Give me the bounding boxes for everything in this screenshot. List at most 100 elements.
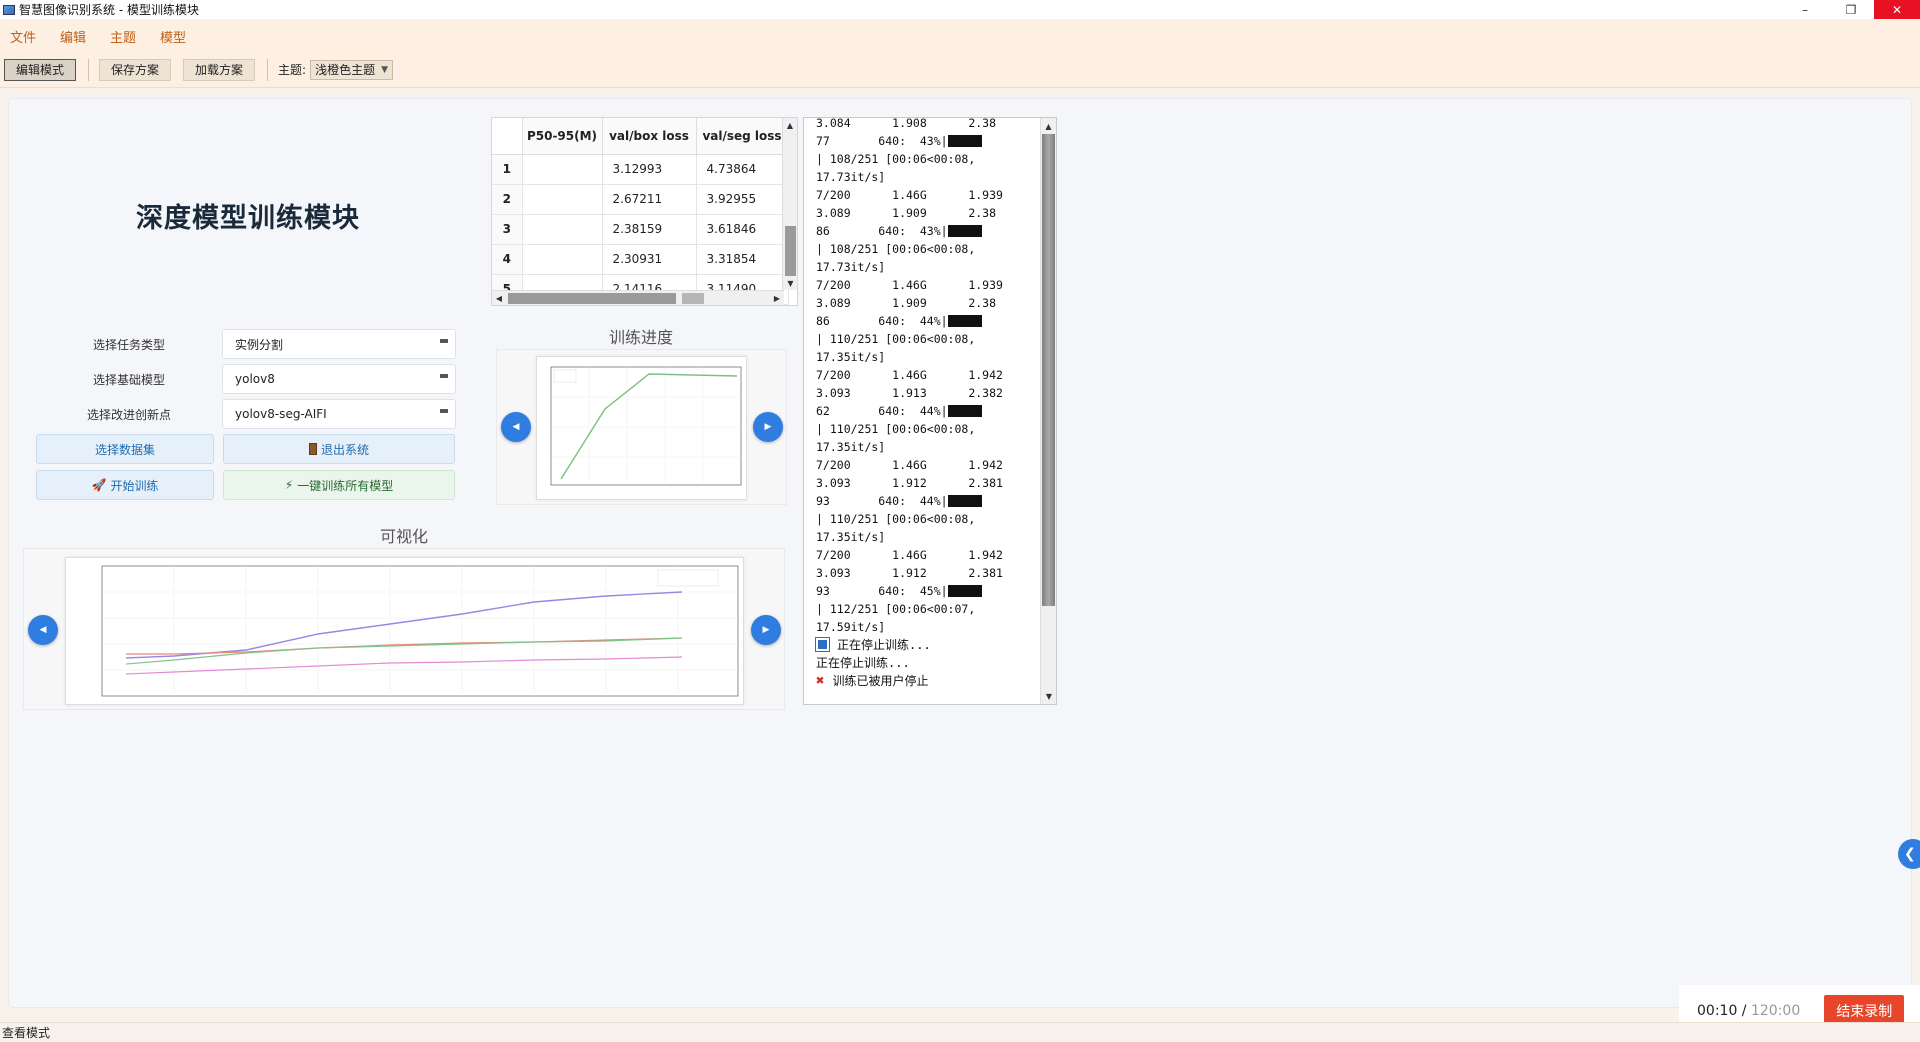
column-header-p50-95[interactable]: P50-95(M)	[522, 118, 603, 155]
task-type-value: 实例分割	[235, 337, 284, 352]
log-status-line: ✖ 训练已被用户停止	[816, 672, 1031, 690]
log-line: 93 640: 45%|	[816, 582, 1031, 600]
training-log-panel[interactable]: 3.084 1.908 2.38 77 640: 43%| | 108/251 [0…	[803, 117, 1057, 705]
log-line: 17.73it/s]	[816, 258, 1031, 276]
task-type-row: 选择任务类型 实例分割	[36, 329, 456, 359]
toolbar-divider	[88, 58, 90, 81]
table-vertical-scrollbar[interactable]: ▲ ▼	[782, 118, 797, 290]
menu-file[interactable]: 文件	[10, 27, 36, 46]
status-mode: 查看模式	[2, 1026, 51, 1040]
exit-system-label: 退出系统	[320, 442, 369, 457]
log-line-text: 3.093 1.912 2.381	[816, 476, 1003, 490]
log-line: 86 640: 43%|	[816, 222, 1031, 240]
table-cell: 2.67211	[602, 184, 697, 215]
log-status-text: 正在停止训练...	[816, 656, 910, 670]
log-line: 93 640: 44%|	[816, 492, 1031, 510]
scroll-right-icon[interactable]: ▶	[770, 291, 784, 305]
save-plan-button[interactable]: 保存方案	[99, 58, 172, 81]
train-all-label: 一键训练所有模型	[297, 478, 394, 493]
door-icon	[308, 443, 317, 455]
table-row[interactable]: 1 3.12993 4.73864	[492, 154, 789, 185]
progress-prev-button[interactable]: ◀	[501, 412, 531, 442]
log-line-text: 17.59it/s]	[816, 620, 886, 634]
start-training-label: 开始训练	[110, 478, 159, 493]
select-dataset-button[interactable]: 选择数据集	[36, 434, 214, 464]
log-line: 7/200 1.46G 1.939	[816, 276, 1031, 294]
edit-mode-button[interactable]: 编辑模式	[4, 58, 77, 81]
visualization-chart[interactable]	[65, 557, 744, 705]
log-line: 7/200 1.46G 1.942	[816, 546, 1031, 564]
recording-elapsed: 00:10	[1697, 1003, 1738, 1019]
close-button[interactable]: ✕	[1874, 0, 1920, 19]
table-horizontal-scrollbar[interactable]: ◀ ▶	[492, 290, 784, 305]
log-line: | 108/251 [00:06<00:08,	[816, 240, 1031, 258]
log-line-text: | 110/251 [00:06<00:08,	[816, 332, 976, 346]
scroll-down-icon[interactable]: ▼	[1041, 688, 1056, 704]
training-progress-chart[interactable]	[536, 356, 747, 500]
progress-bar-block	[947, 135, 982, 147]
scroll-left-icon[interactable]: ◀	[492, 291, 506, 305]
table-row[interactable]: 4 2.30931 3.31854	[492, 244, 789, 275]
base-model-select[interactable]: yolov8	[222, 364, 456, 394]
table-row[interactable]: 2 2.67211 3.92955	[492, 184, 789, 215]
column-header-val-box-loss[interactable]: val/box loss	[602, 118, 697, 155]
scroll-thumb[interactable]	[1042, 134, 1055, 606]
chart-legend	[657, 569, 719, 587]
scroll-thumb[interactable]	[785, 226, 796, 276]
task-type-select[interactable]: 实例分割	[222, 329, 456, 359]
row-number: 1	[492, 154, 523, 185]
column-header-val-seg-loss[interactable]: val/seg loss	[696, 118, 789, 155]
progress-next-button[interactable]: ▶	[753, 412, 783, 442]
minimize-button[interactable]: –	[1782, 0, 1828, 19]
log-line-text: 7/200 1.46G 1.939	[816, 278, 1003, 292]
scroll-thumb[interactable]	[508, 293, 676, 304]
log-vertical-scrollbar[interactable]: ▲ ▼	[1040, 118, 1056, 704]
menu-edit[interactable]: 编辑	[60, 27, 86, 46]
window-title: 智慧图像识别系统 - 模型训练模块	[19, 3, 199, 17]
improvement-select[interactable]: yolov8-seg-AIFI	[222, 399, 456, 429]
log-line: 3.093 1.913 2.382	[816, 384, 1031, 402]
theme-label: 主题:	[278, 63, 307, 77]
log-line-text: 86 640: 43%|	[816, 224, 948, 238]
menu-theme[interactable]: 主题	[110, 27, 136, 46]
scroll-up-icon[interactable]: ▲	[783, 118, 797, 132]
train-all-button[interactable]: ⚡ 一键训练所有模型	[223, 470, 455, 500]
log-line-text: 17.35it/s]	[816, 530, 886, 544]
log-line: 7/200 1.46G 1.939	[816, 186, 1031, 204]
lightning-icon: ⚡	[284, 478, 294, 492]
metrics-table[interactable]: P50-95(M) val/box loss val/seg loss 1 3.…	[491, 117, 798, 306]
table-cell	[522, 244, 603, 275]
exit-system-button[interactable]: 退出系统	[223, 434, 455, 464]
table-cell: 3.92955	[696, 184, 789, 215]
improvement-label: 选择改进创新点	[86, 407, 171, 422]
stop-icon	[815, 637, 830, 652]
load-plan-button[interactable]: 加载方案	[183, 58, 256, 81]
sidebar-collapse-button[interactable]: ❮	[1898, 839, 1920, 869]
scroll-up-icon[interactable]: ▲	[1041, 118, 1056, 134]
theme-select-value: 浅橙色主题	[315, 63, 376, 77]
visualization-prev-button[interactable]: ◀	[28, 615, 58, 645]
log-line-text: 62 640: 44%|	[816, 404, 948, 418]
scroll-thumb-secondary[interactable]	[682, 293, 704, 304]
training-progress-title: 训练进度	[609, 328, 674, 347]
scroll-down-icon[interactable]: ▼	[783, 276, 797, 290]
log-line-text: 3.084 1.908 2.38	[816, 117, 997, 130]
log-line-text: 17.73it/s]	[816, 170, 886, 184]
log-line-text: 93 640: 45%|	[816, 584, 948, 598]
toolbar: 编辑模式 保存方案 加载方案 主题: 浅橙色主题 ▼	[0, 52, 1920, 88]
log-line: 3.093 1.912 2.381	[816, 564, 1031, 582]
menu-model[interactable]: 模型	[160, 27, 186, 46]
log-line-text: | 108/251 [00:06<00:08,	[816, 242, 976, 256]
toolbar-divider	[267, 58, 269, 81]
theme-select[interactable]: 浅橙色主题 ▼	[310, 59, 394, 80]
log-line: 3.089 1.909 2.38	[816, 294, 1031, 312]
chevron-down-icon: ▼	[381, 64, 389, 75]
log-line-text: | 108/251 [00:06<00:08,	[816, 152, 976, 166]
log-line: 62 640: 44%|	[816, 402, 1031, 420]
restore-button[interactable]: ❐	[1828, 0, 1874, 19]
start-training-button[interactable]: 🚀 开始训练	[36, 470, 214, 500]
table-row[interactable]: 3 2.38159 3.61846	[492, 214, 789, 245]
visualization-next-button[interactable]: ▶	[751, 615, 781, 645]
cross-icon: ✖	[816, 673, 825, 689]
log-line: 17.35it/s]	[816, 438, 1031, 456]
